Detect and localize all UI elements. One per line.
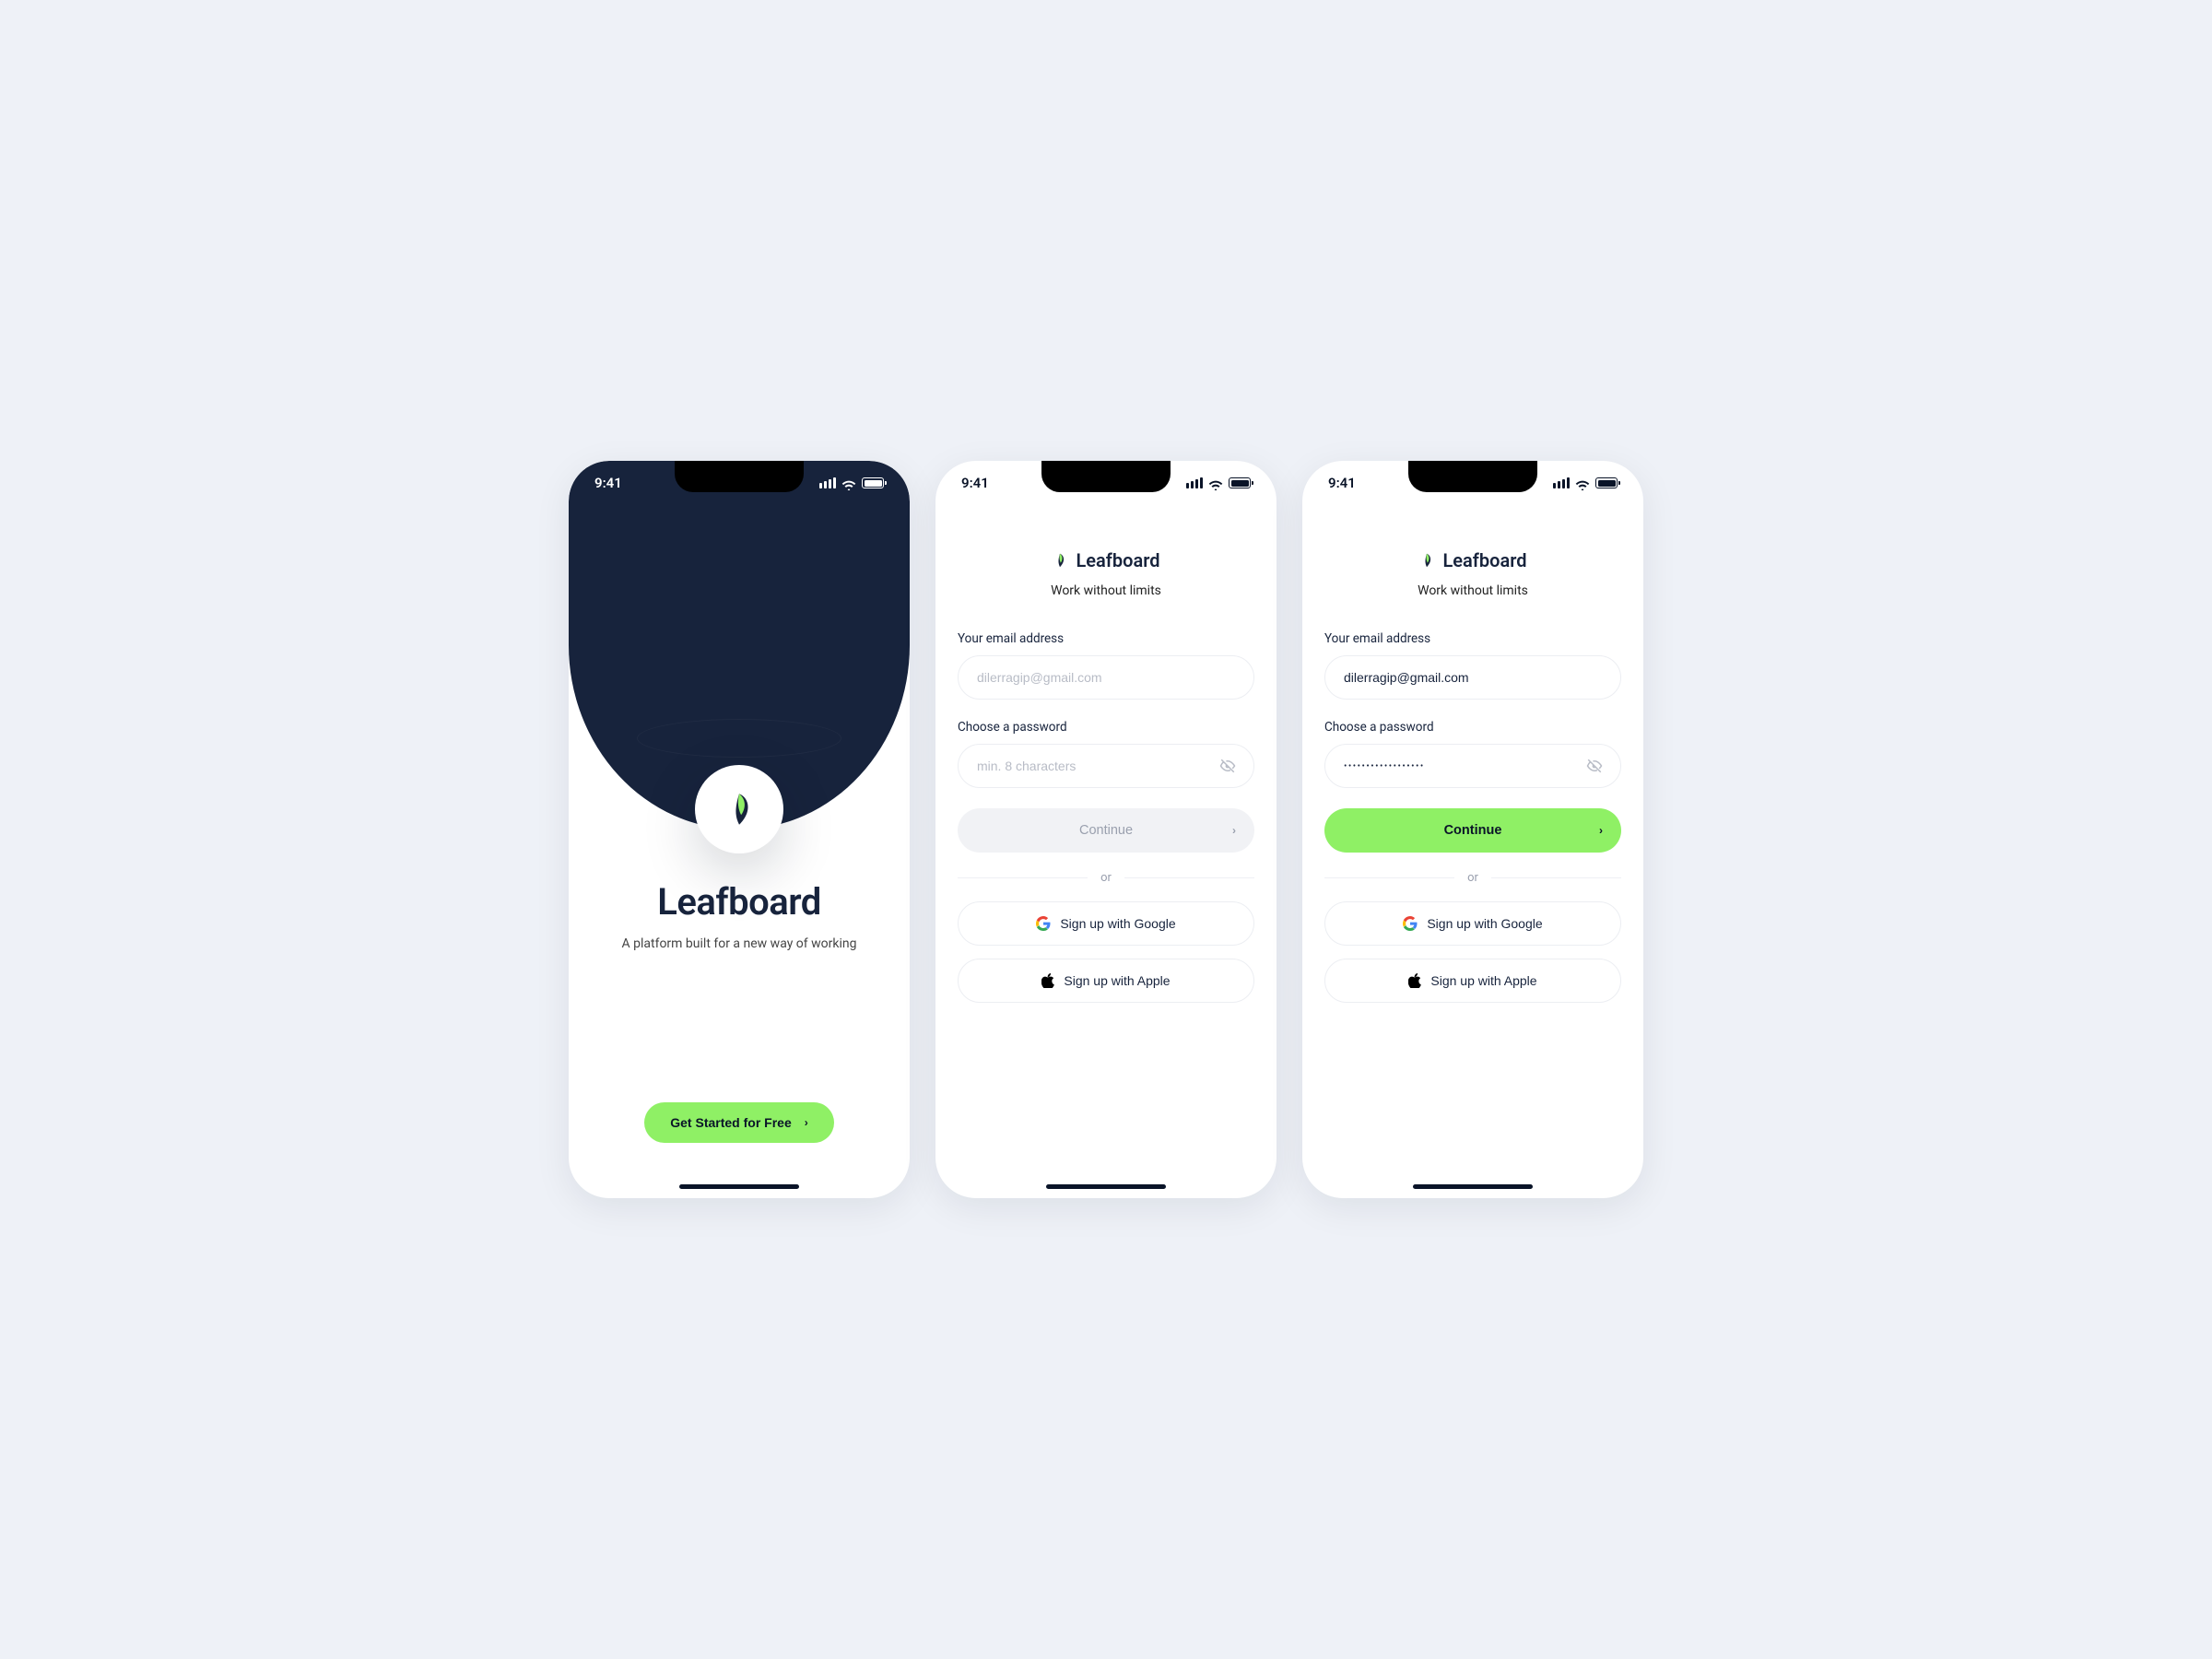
google-label: Sign up with Google [1060,916,1175,931]
home-indicator [1413,1184,1533,1189]
wifi-icon [841,477,856,488]
battery-icon [862,477,884,488]
password-label: Choose a password [1324,720,1621,735]
password-masked-value: •••••••••••••••••• [1344,761,1425,771]
status-time: 9:41 [1328,475,1356,491]
google-icon [1403,916,1418,931]
brand-name: Leafboard [1076,549,1159,571]
continue-label: Continue [1079,823,1133,838]
eye-off-icon [1586,758,1603,774]
device-notch [1041,461,1171,492]
signal-icon [1186,477,1203,488]
chevron-right-icon: › [805,1116,808,1129]
or-label: or [1100,871,1112,885]
apple-icon [1041,973,1054,988]
get-started-label: Get Started for Free [670,1115,791,1130]
leaf-icon [720,790,759,829]
status-icons [1553,477,1618,488]
email-label: Your email address [958,631,1254,646]
wifi-icon [1575,477,1590,488]
brand-name: Leafboard [1442,549,1526,571]
status-icons [819,477,884,488]
device-notch [1408,461,1537,492]
signup-google-button[interactable]: Sign up with Google [1324,901,1621,946]
app-subtitle: A platform built for a new way of workin… [596,936,882,951]
signup-apple-button[interactable]: Sign up with Apple [1324,959,1621,1003]
battery-icon [1595,477,1618,488]
status-time: 9:41 [594,475,622,491]
signup-google-button[interactable]: Sign up with Google [958,901,1254,946]
device-notch [675,461,804,492]
home-indicator [1046,1184,1166,1189]
or-divider: or [1324,871,1621,885]
home-indicator [679,1184,799,1189]
continue-button[interactable]: Continue › [958,808,1254,853]
signal-icon [1553,477,1570,488]
apple-label: Sign up with Apple [1430,973,1536,988]
get-started-button[interactable]: Get Started for Free › [644,1102,833,1143]
brand-row: Leafboard [1052,549,1159,571]
password-input[interactable]: •••••••••••••••••• [1324,744,1621,788]
leaf-icon [1418,552,1435,569]
app-logo-badge [695,765,783,853]
or-divider: or [958,871,1254,885]
wifi-icon [1208,477,1223,488]
app-title: Leafboard [596,880,882,924]
email-input[interactable] [1324,655,1621,700]
apple-label: Sign up with Apple [1064,973,1170,988]
signal-icon [819,477,836,488]
toggle-password-visibility-button[interactable] [1583,754,1606,778]
chevron-right-icon: › [1599,824,1603,837]
tagline: Work without limits [1302,583,1643,598]
status-icons [1186,477,1251,488]
password-input[interactable] [958,744,1254,788]
google-icon [1036,916,1051,931]
screen-onboarding: 9:41 Leafboard A platform built for a ne… [569,461,910,1198]
battery-icon [1229,477,1251,488]
toggle-password-visibility-button[interactable] [1216,754,1240,778]
signup-apple-button[interactable]: Sign up with Apple [958,959,1254,1003]
or-label: or [1467,871,1478,885]
brand-row: Leafboard [1418,549,1526,571]
continue-label: Continue [1444,823,1502,838]
continue-button[interactable]: Continue › [1324,808,1621,853]
leaf-icon [1052,552,1068,569]
google-label: Sign up with Google [1427,916,1542,931]
eye-off-icon [1219,758,1236,774]
apple-icon [1408,973,1421,988]
chevron-right-icon: › [1232,824,1236,837]
email-input[interactable] [958,655,1254,700]
email-label: Your email address [1324,631,1621,646]
password-label: Choose a password [958,720,1254,735]
tagline: Work without limits [935,583,1277,598]
screen-signup-empty: 9:41 Leafboard Work without limits Y [935,461,1277,1198]
hero-content: Leafboard A platform built for a new way… [569,880,910,951]
screen-signup-filled: 9:41 Leafboard Work without limits Y [1302,461,1643,1198]
status-time: 9:41 [961,475,989,491]
